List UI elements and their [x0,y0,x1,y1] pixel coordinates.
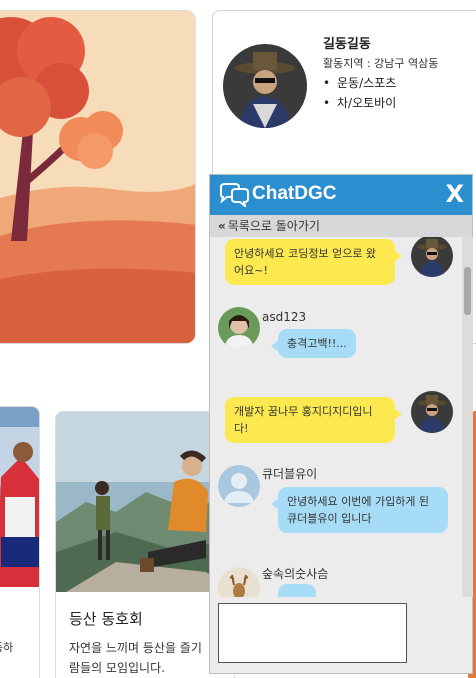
club-desc-line: 자연을 느끼며 등산을 즐기 [69,641,202,655]
message-bubble-mine: 개발자 꿈나무 홍지디지디입니다! [225,397,402,443]
my-avatar [411,391,453,433]
club-title: 등산 동호회 [69,610,143,628]
my-avatar [411,237,453,277]
message-input[interactable] [218,603,407,663]
chat-window[interactable]: ChatDGC X «목록으로 돌아가기 안녕하세요 코딩정보 얻으로 왔어요~… [209,174,473,674]
profile-interests: 운동/스포츠 차/오토바이 [323,73,396,113]
chat-title: ChatDGC [252,183,337,204]
club-desc-partial: 동하 [0,641,14,654]
default-user-avatar [218,465,260,507]
interest-item: 운동/스포츠 [323,73,396,93]
club-card-hiking[interactable]: 등산 동호회 자연을 느끼며 등산을 즐기 람들의 모임입니다. [55,411,235,678]
profile-name: 길동길동 [323,37,371,52]
sender-name: asd123 [262,310,307,324]
club-card-soccer[interactable]: 동하 [0,406,40,678]
interest-item: 차/오토바이 [323,93,396,113]
scrollbar-thumb[interactable] [464,267,471,315]
message-scrollbar[interactable] [462,237,473,597]
user-avatar [218,307,260,349]
deer-avatar [218,567,260,597]
sender-name: 숲속의숫사슴 [262,567,329,581]
back-to-list-label: 목록으로 돌아가기 [227,219,320,233]
sender-name: 큐더블유이 [262,467,318,481]
close-button[interactable]: X [445,180,464,208]
back-to-list-button[interactable]: «목록으로 돌아가기 [210,215,472,237]
message-bubble-other: 충격고백!!... [271,329,356,358]
club-desc-line: 람들의 모임입니다. [69,661,165,675]
message-bubble-other [271,584,316,597]
profile-region: 활동지역 : 강남구 역삼동 [323,57,439,70]
message-bubble-other: 안녕하세요 이번에 가입하게 된 큐더블유이 입니다 [271,487,448,533]
message-bubble-mine: 안녕하세요 코딩정보 얻으로 왔어요~! [225,239,402,285]
message-list[interactable]: 안녕하세요 코딩정보 얻으로 왔어요~! asd123 충격고백!!... 개발… [210,237,462,597]
club-description: 자연을 느끼며 등산을 즐기 람들의 모임입니다. [69,638,219,678]
hero-illustration [0,10,196,344]
double-chevron-left-icon: « [218,219,226,233]
chat-bubbles-icon [220,183,249,207]
profile-avatar [223,44,307,128]
chat-header: ChatDGC X [210,175,472,215]
